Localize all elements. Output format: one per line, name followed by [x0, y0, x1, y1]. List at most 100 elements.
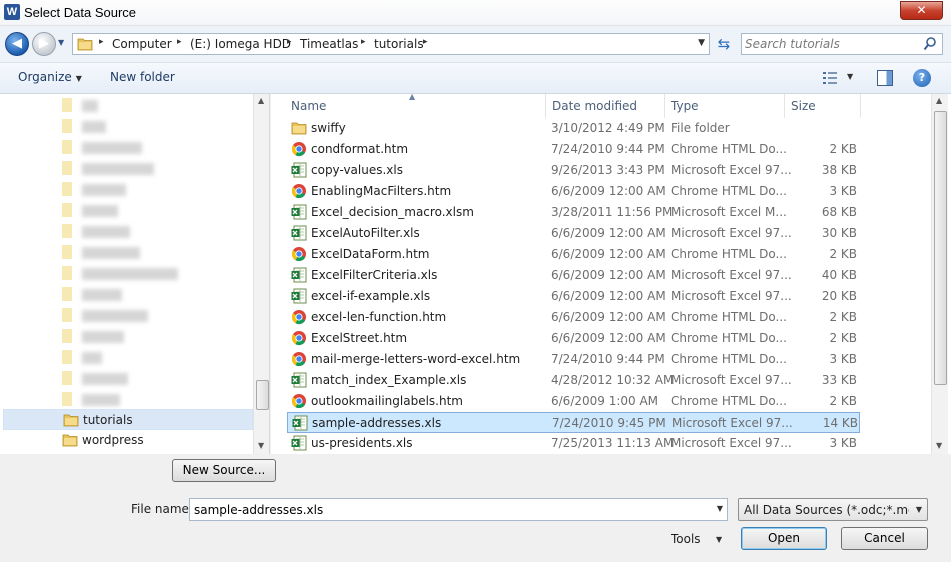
column-header-type[interactable]: Type — [665, 94, 785, 118]
table-row[interactable]: excel-if-example.xls 6/6/2009 12:00 AM Mic… — [287, 286, 860, 307]
file-type-cell: Microsoft Excel M... — [671, 205, 787, 219]
file-name-combobox[interactable]: ▼ — [189, 498, 728, 521]
search-icon[interactable] — [923, 36, 937, 52]
date-modified-cell: 7/24/2010 9:45 PM — [552, 416, 666, 430]
help-icon[interactable]: ? — [913, 69, 931, 87]
file-type-cell: Microsoft Excel 97... — [672, 416, 793, 430]
command-bar: Organize ▼ New folder ▼ ? — [0, 63, 951, 94]
scrollbar-thumb[interactable] — [934, 111, 947, 385]
blurred-folder-icon — [62, 140, 72, 154]
file-list-scrollbar[interactable]: ▲ ▼ — [931, 94, 948, 454]
sidebar-item-tutorials[interactable]: tutorials — [3, 409, 253, 430]
file-name-cell: swiffy — [311, 121, 346, 135]
chevron-down-icon: ▼ — [915, 505, 922, 514]
date-modified-cell: 6/6/2009 12:00 AM — [551, 310, 666, 324]
file-type-cell: Microsoft Excel 97... — [671, 226, 792, 240]
breadcrumb-separator[interactable]: ▸ — [287, 37, 292, 47]
file-type-cell: Microsoft Excel 97... — [671, 268, 792, 282]
organize-button[interactable]: Organize ▼ — [18, 70, 82, 84]
table-row[interactable]: condformat.htm 7/24/2010 9:44 PM Chrome HT… — [287, 139, 860, 160]
table-row[interactable]: us-presidents.xls 7/25/2013 11:13 AM Micro… — [287, 433, 860, 454]
date-modified-cell: 3/28/2011 11:56 PM — [551, 205, 673, 219]
file-size-cell: 2 KB — [829, 310, 857, 324]
back-button[interactable]: ◀ — [5, 32, 29, 56]
chevron-down-icon[interactable]: ▼ — [716, 535, 722, 544]
column-header-date[interactable]: Date modified — [546, 94, 665, 118]
cancel-button[interactable]: Cancel — [841, 527, 928, 550]
date-modified-cell: 6/6/2009 12:00 AM — [551, 247, 666, 261]
sidebar-item-wordpress[interactable]: wordpress — [3, 430, 253, 451]
search-box[interactable] — [741, 33, 943, 55]
blurred-folder-icon — [62, 245, 72, 259]
breadcrumb-tutorials[interactable]: tutorials — [374, 37, 424, 51]
breadcrumb-computer[interactable]: Computer — [112, 37, 172, 51]
blurred-label — [82, 352, 102, 364]
file-size-cell: 14 KB — [822, 416, 858, 430]
column-header-name[interactable]: Name — [285, 94, 546, 118]
file-name-cell: condformat.htm — [311, 142, 409, 156]
table-row[interactable]: mail-merge-letters-word-excel.htm 7/24/20… — [287, 349, 860, 370]
refresh-icon[interactable]: ⇆ — [712, 34, 736, 54]
excel-icon — [291, 204, 307, 220]
blurred-label — [82, 394, 120, 406]
change-view-icon[interactable] — [822, 70, 838, 86]
table-row[interactable]: ExcelFilterCriteria.xls 6/6/2009 12:00 AM… — [287, 265, 860, 286]
open-button[interactable]: Open — [741, 527, 827, 550]
scroll-down-icon[interactable]: ▼ — [936, 441, 942, 450]
file-size-cell: 2 KB — [829, 394, 857, 408]
scrollbar-thumb[interactable] — [256, 380, 269, 410]
file-name-cell: excel-len-function.htm — [311, 310, 447, 324]
address-dropdown-icon[interactable]: ▼ — [698, 38, 705, 48]
breadcrumb-drive[interactable]: (E:) Iomega HDD — [190, 37, 291, 51]
breadcrumb-separator[interactable]: ▸ — [423, 37, 428, 47]
scroll-down-icon[interactable]: ▼ — [258, 441, 264, 450]
file-type-cell: File folder — [671, 121, 730, 135]
excel-icon — [291, 267, 307, 283]
breadcrumb-separator[interactable]: ▸ — [361, 37, 366, 47]
table-row[interactable]: Excel_decision_macro.xlsm 3/28/2011 11:56… — [287, 202, 860, 223]
table-row[interactable]: ExcelAutoFilter.xls 6/6/2009 12:00 AM Micr… — [287, 223, 860, 244]
file-type-filter-value: All Data Sources (*.odc;*.mdb;* — [744, 503, 909, 517]
file-type-cell: Chrome HTML Do... — [671, 142, 787, 156]
table-row[interactable]: swiffy 3/10/2012 4:49 PM File folder — [287, 118, 860, 139]
table-row[interactable]: sample-addresses.xls 7/24/2010 9:45 PM Mic… — [287, 412, 860, 433]
scroll-up-icon[interactable]: ▲ — [936, 96, 942, 105]
table-row[interactable]: EnablingMacFilters.htm 6/6/2009 12:00 AM C… — [287, 181, 860, 202]
table-row[interactable]: ExcelStreet.htm 6/6/2009 12:00 AM Chrome H… — [287, 328, 860, 349]
tools-menu[interactable]: Tools — [671, 532, 701, 546]
new-source-button[interactable]: New Source... — [172, 459, 276, 482]
column-header-size[interactable]: Size — [785, 94, 861, 118]
file-name-input[interactable] — [194, 502, 704, 517]
chevron-down-icon[interactable]: ▼ — [717, 504, 723, 513]
breadcrumb-separator[interactable]: ▸ — [99, 37, 104, 47]
table-row[interactable]: outlookmailinglabels.htm 6/6/2009 1:00 AM… — [287, 391, 860, 412]
file-name-cell: ExcelFilterCriteria.xls — [311, 268, 438, 282]
excel-icon — [291, 162, 307, 178]
table-row[interactable]: copy-values.xls 9/26/2013 3:43 PM Microsof… — [287, 160, 860, 181]
address-bar[interactable]: ▸ Computer ▸ (E:) Iomega HDD ▸ Timeatlas… — [72, 33, 710, 55]
scroll-up-icon[interactable]: ▲ — [258, 96, 264, 105]
search-input[interactable] — [745, 36, 915, 52]
view-options-dropdown-icon[interactable]: ▼ — [847, 72, 853, 81]
forward-button[interactable]: ▶ — [32, 32, 56, 56]
recent-pages-dropdown[interactable]: ▼ — [58, 37, 68, 49]
date-modified-cell: 7/24/2010 9:44 PM — [551, 142, 665, 156]
blurred-folder-icon — [62, 392, 72, 406]
date-modified-cell: 6/6/2009 12:00 AM — [551, 226, 666, 240]
file-type-cell: Chrome HTML Do... — [671, 184, 787, 198]
nav-scrollbar[interactable]: ▲ ▼ — [253, 94, 269, 454]
file-list: ▲ Name Date modified Type Size swiffy 3/1… — [271, 94, 951, 454]
breadcrumb-separator[interactable]: ▸ — [177, 37, 182, 47]
breadcrumb-timeatlas[interactable]: Timeatlas — [300, 37, 358, 51]
close-button[interactable]: ✕ — [900, 1, 943, 20]
table-row[interactable]: excel-len-function.htm 6/6/2009 12:00 AM C… — [287, 307, 860, 328]
file-type-filter[interactable]: All Data Sources (*.odc;*.mdb;* ▼ — [738, 498, 928, 521]
file-type-cell: Microsoft Excel 97... — [671, 373, 792, 387]
table-row[interactable]: match_index_Example.xls 4/28/2012 10:32 A… — [287, 370, 860, 391]
file-type-cell: Microsoft Excel 97... — [671, 436, 792, 450]
preview-pane-icon[interactable] — [877, 70, 893, 86]
table-row[interactable]: ExcelDataForm.htm 6/6/2009 12:00 AM Chrome… — [287, 244, 860, 265]
file-size-cell: 3 KB — [829, 352, 857, 366]
blurred-folder-icon — [62, 329, 72, 343]
new-folder-button[interactable]: New folder — [110, 70, 175, 84]
